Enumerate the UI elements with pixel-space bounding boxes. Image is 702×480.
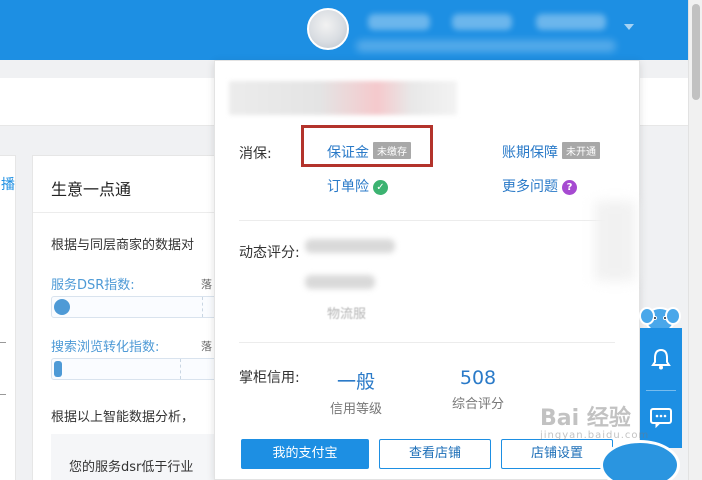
analysis-text: 根据以上智能数据分析， xyxy=(51,410,195,425)
intro-text: 根据与同层商家的数据对 xyxy=(51,238,195,253)
question-circle-icon: ? xyxy=(562,180,577,195)
blurred-username xyxy=(368,14,430,30)
shop-settings-button[interactable]: 店铺设置 xyxy=(501,439,613,469)
watermark: Bai 经验 jingyan.baidu.com xyxy=(540,400,649,441)
credit-level: 一般 信用等级 xyxy=(323,367,389,417)
overall-score: 508 综合评分 xyxy=(445,367,511,412)
blurred-nav-item xyxy=(536,14,606,30)
slider-marker xyxy=(180,359,181,379)
overall-score-value: 508 xyxy=(459,367,497,389)
watermark-text: Bai 经验 xyxy=(540,406,631,431)
account-guarantee-text: 账期保障 xyxy=(502,145,558,161)
lag-label: 落 xyxy=(201,340,212,353)
overall-score-caption: 综合评分 xyxy=(451,397,504,412)
page-scrollbar[interactable] xyxy=(688,0,702,480)
deposit-text: 保证金 xyxy=(327,145,369,161)
slider-marker xyxy=(202,297,203,317)
blurred-shop-id xyxy=(229,81,457,115)
account-guarantee-status-badge: 未开通 xyxy=(562,142,600,159)
business-insight-card: 生意一点通 根据与同层商家的数据对 服务DSR指数: 落 搜索浏览转化指数: 落… xyxy=(32,155,223,480)
lag-label: 落 xyxy=(201,278,212,291)
divider xyxy=(0,394,6,395)
chat-icon[interactable] xyxy=(650,408,672,432)
search-conversion-slider[interactable] xyxy=(51,358,223,380)
divider xyxy=(646,390,676,391)
blurred-nav-item xyxy=(452,14,512,30)
watermark-url: jingyan.baidu.com xyxy=(540,430,650,441)
dynamic-rating-label: 动态评分: xyxy=(239,245,300,261)
left-card: 播 xyxy=(0,155,16,480)
credit-level-value: 一般 xyxy=(336,371,375,393)
blurred-subtext xyxy=(356,40,616,52)
slider-knob[interactable] xyxy=(54,361,62,377)
left-card-tab-edge[interactable]: 播 xyxy=(1,174,15,194)
shopkeeper-credit-label: 掌柜信用: xyxy=(239,370,300,386)
divider xyxy=(239,342,615,343)
slider-knob[interactable] xyxy=(54,299,70,315)
my-alipay-button[interactable]: 我的支付宝 xyxy=(241,439,369,469)
consumer-protection-label: 消保: xyxy=(239,146,272,162)
order-insurance-link[interactable]: 订单险 ✓ xyxy=(327,176,388,196)
user-avatar[interactable] xyxy=(307,8,349,50)
section-title: 生意一点通 xyxy=(51,180,132,199)
credit-level-caption: 信用等级 xyxy=(329,402,382,417)
order-insurance-text: 订单险 xyxy=(327,179,369,195)
logistics-rating-hint: 物流服 xyxy=(327,307,367,322)
more-questions-link[interactable]: 更多问题? xyxy=(502,176,577,196)
bell-icon[interactable] xyxy=(651,348,671,374)
check-circle-icon: ✓ xyxy=(373,180,388,195)
chevron-down-icon[interactable] xyxy=(624,24,634,30)
divider xyxy=(0,342,6,343)
more-questions-text: 更多问题 xyxy=(502,179,558,195)
blurred-region xyxy=(595,201,635,281)
deposit-link[interactable]: 保证金 未缴存 xyxy=(327,142,411,162)
divider xyxy=(239,220,615,221)
service-dsr-label: 服务DSR指数: xyxy=(51,278,135,293)
view-shop-button[interactable]: 查看店铺 xyxy=(379,439,491,469)
divider xyxy=(33,212,221,213)
top-navigation-bar xyxy=(0,0,688,60)
tip-box: 您的服务dsr低于行业 xyxy=(51,434,223,480)
deposit-status-badge: 未缴存 xyxy=(373,142,411,159)
service-dsr-slider[interactable] xyxy=(51,296,223,318)
search-conversion-label: 搜索浏览转化指数: xyxy=(51,340,160,355)
account-guarantee-link[interactable]: 账期保障 未开通 xyxy=(502,142,600,162)
tip-text: 您的服务dsr低于行业 xyxy=(69,460,194,475)
scrollbar-thumb[interactable] xyxy=(692,4,700,100)
